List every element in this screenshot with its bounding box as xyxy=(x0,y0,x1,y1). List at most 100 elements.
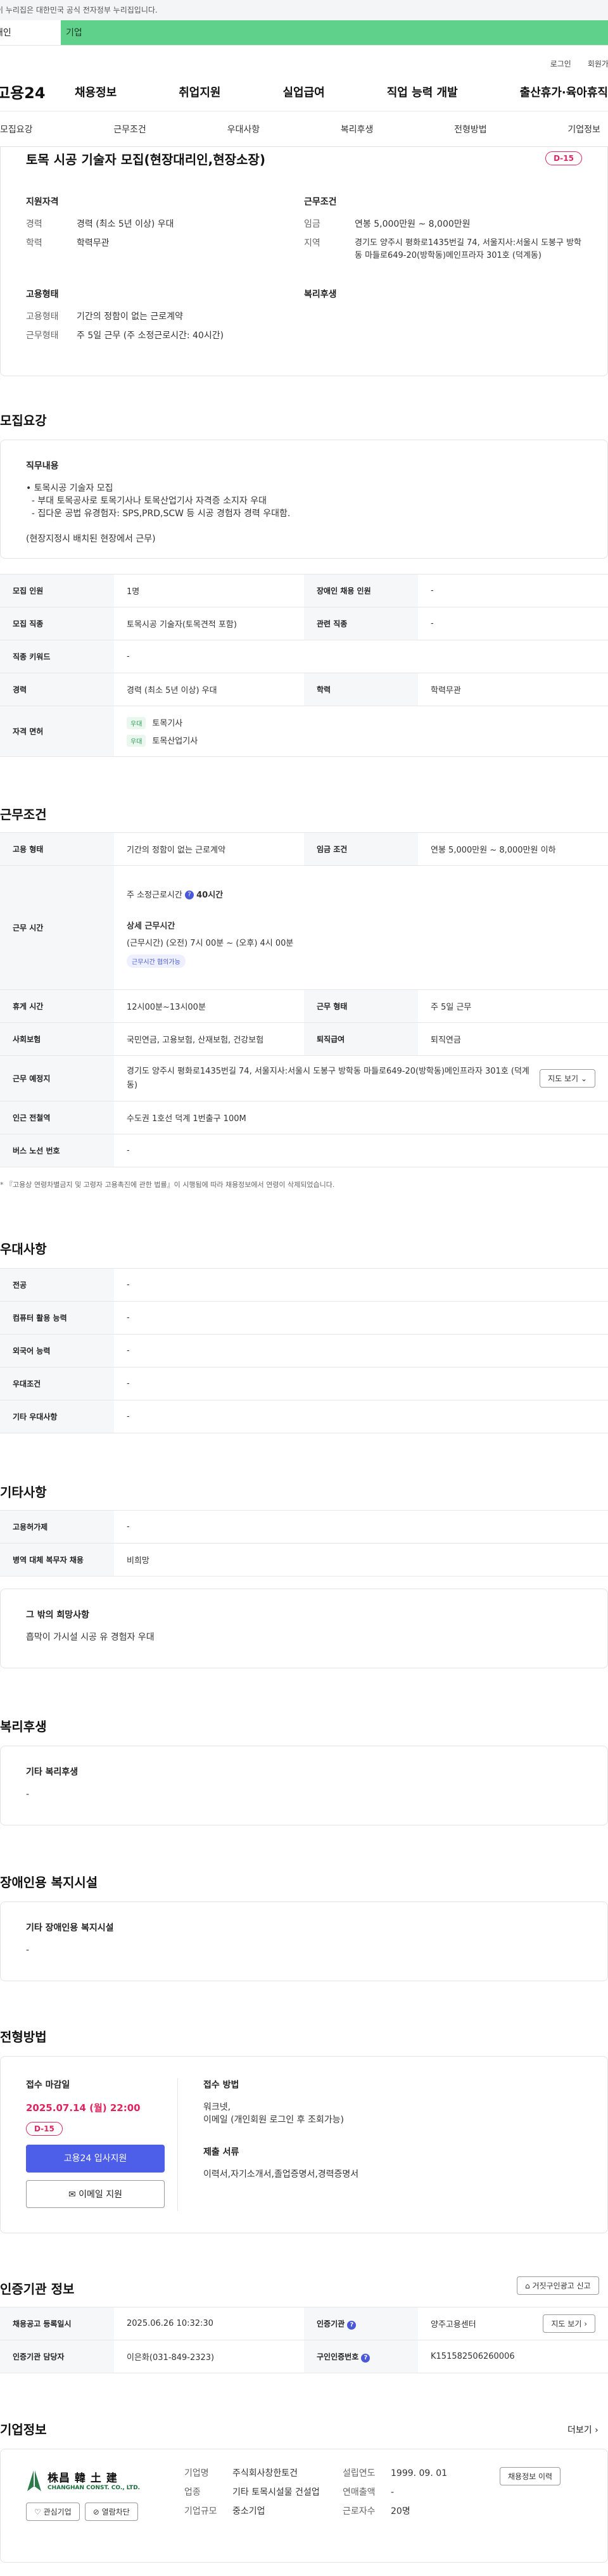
table-row: 근무 시간 주 소정근로시간 ? 40시간 상세 근무시간 (근무시간) (오전… xyxy=(0,865,608,990)
section-anchor-item[interactable]: 전형방법 xyxy=(454,123,487,136)
site-logo[interactable]: 고용24 xyxy=(0,80,75,103)
tab-company[interactable]: 기업 xyxy=(61,20,608,45)
duty-box: 직무내용 • 토목시공 기술자 모집 - 부대 토목공사로 토목기사나 토목산업… xyxy=(0,440,608,559)
recruit-table: 모집 인원 1명 장애인 채용 인원 - 모집 직종 토목시공 기술자(토목견적… xyxy=(0,574,608,757)
audience-tabs: 개인 기업 xyxy=(0,20,608,46)
table-row: 휴게 시간 12시00분~13시00분 근무 형태 주 5일 근무 xyxy=(0,989,608,1023)
info-icon[interactable]: ? xyxy=(185,891,194,899)
email-apply-button[interactable]: ✉ 이메일 지원 xyxy=(26,2180,165,2208)
prefer-table: 전공 - 컴퓨터 활용 능력 - 외국어 능력 - 우대조건 - 기타 우대사항 - xyxy=(0,1268,608,1433)
table-row: 경력 경력 (최소 5년 이상) 우대 학력 학력무관 xyxy=(0,673,608,706)
chevron-down-icon: ⌄ xyxy=(580,1074,587,1083)
job-summary-card: 토목 시공 기술자 모집(현장대리인,현장소장) D-15 지원자격 경력 경력 … xyxy=(0,147,608,376)
table-row: 컴퓨터 활용 능력 - xyxy=(0,1301,608,1335)
condition-block: 근무조건 임금 연봉 5,000만원 ~ 8,000만원 지역 경기도 양주시 평화… xyxy=(304,195,582,269)
more-link[interactable]: 더보기 › xyxy=(567,2423,598,2436)
prefer-tag: 우대 xyxy=(127,734,146,747)
station-label: 인근 전철역 xyxy=(0,1101,114,1134)
docs-value: 이력서,자기소개서,졸업증명서,경력증명서 xyxy=(203,2169,359,2179)
main-nav-item[interactable]: 취업지원 xyxy=(179,84,220,100)
headcount-label: 모집 인원 xyxy=(0,574,114,607)
agency-map-button[interactable]: 지도 보기 › xyxy=(543,2314,595,2333)
main-nav-item[interactable]: 직업 능력 개발 xyxy=(387,84,458,100)
reg-value: 2025.06.26 10:32:30 xyxy=(114,2307,304,2340)
emptype-value: 기간의 정함이 없는 근로계약 xyxy=(114,832,304,866)
table-row: 모집 인원 1명 장애인 채용 인원 - xyxy=(0,574,608,607)
major-value: - xyxy=(114,1268,608,1302)
job-posting-page: 이 누리집은 대한민국 공식 전자정부 누리집입니다. 개인 기업 로그인 회원… xyxy=(0,0,608,2576)
deadline-value: 2025.07.14 (월) 22:00 xyxy=(26,2102,141,2114)
duty-lines: • 토목시공 기술자 모집 - 부대 토목공사로 토목기사나 토목산업기사 자격… xyxy=(26,482,582,545)
apply-button[interactable]: 고용24 입사지원 xyxy=(26,2145,165,2173)
main-nav-items: 채용정보 취업지원 실업급여 직업 능력 개발 출산휴가·육아휴직 xyxy=(75,84,608,100)
table-row: 외국어 능력 - xyxy=(0,1334,608,1367)
info-icon[interactable]: ? xyxy=(347,2320,357,2330)
table-row: 사회보험 국민연금, 고용보험, 산재보험, 건강보험 퇴직급여 퇴직연금 xyxy=(0,1022,608,1056)
favorite-company-button[interactable]: ♡ 관심기업 xyxy=(26,2503,80,2521)
disability-value: - xyxy=(26,1945,30,1955)
map-button[interactable]: 지도 보기 ⌄ xyxy=(540,1069,595,1088)
break-value: 12시00분~13시00분 xyxy=(114,989,304,1023)
company-name-value: 주식회사창한토건 xyxy=(232,2468,298,2478)
table-row: 직종 키워드 - xyxy=(0,640,608,673)
process-box: 접수 마감일 2025.07.14 (월) 22:00 D-15 고용24 입사… xyxy=(0,2056,608,2233)
keyword-value: - xyxy=(114,640,608,673)
org-label: 인증기관 ? xyxy=(304,2307,418,2340)
method-block: 접수 방법 워크넷, 이메일 (개인회원 로그인 후 조회가능) 제출 서류 이… xyxy=(178,2078,582,2211)
founded-label: 설립연도 xyxy=(343,2468,376,2478)
tab-personal[interactable]: 개인 xyxy=(0,20,61,45)
duty-line: - 부대 토목공사로 토목기사나 토목산업기사 자격증 소지자 우대 xyxy=(26,496,267,506)
org-value: 양주고용센터 지도 보기 › xyxy=(418,2307,608,2340)
signup-link[interactable]: 회원가입 xyxy=(588,58,608,69)
education-label: 학력 xyxy=(26,238,42,248)
employees-value: 20명 xyxy=(391,2506,410,2516)
main-nav-item[interactable]: 실업급여 xyxy=(283,84,325,100)
logo-text-kr: 株昌 韓 土 建 xyxy=(48,2471,118,2485)
disability-box: 기타 장애인용 복지시설 - xyxy=(0,1901,608,1981)
hours-detail-title: 상세 근무시간 xyxy=(127,921,175,931)
hope-value: 흡막이 가시설 시공 유 경험자 우대 xyxy=(26,1632,155,1642)
main-nav-item[interactable]: 채용정보 xyxy=(75,84,117,100)
emptype-label: 고용 형태 xyxy=(0,832,114,866)
block-view-button[interactable]: ⊘ 열람차단 xyxy=(84,2503,138,2521)
gov-banner: 이 누리집은 대한민국 공식 전자정부 누리집입니다. xyxy=(0,0,608,20)
deadline-title: 접수 마감일 xyxy=(26,2080,70,2090)
license-item: 토목산업기사 xyxy=(152,736,198,746)
education-value: 학력무관 xyxy=(418,673,608,706)
duty-line: - 집다운 공법 유경험자: SPS,PRD,SCW 등 시공 경험자 경력 우… xyxy=(26,509,291,519)
station-value: 수도권 1호선 덕계 1번출구 100M xyxy=(114,1101,608,1134)
related-value: - xyxy=(418,607,608,640)
language-value: - xyxy=(114,1334,608,1367)
company-logo-block: 株昌 韓 土 建 CHANGHAN CONST. CO., LTD. ♡ 관심기… xyxy=(26,2467,172,2544)
permit-value: - xyxy=(114,1510,608,1544)
section-anchor-item[interactable]: 우대사항 xyxy=(227,123,260,136)
method-value-1: 워크넷, xyxy=(203,2102,231,2112)
main-nav: 고용24 채용정보 취업지원 실업급여 직업 능력 개발 출산휴가·육아휴직 xyxy=(0,72,608,111)
other-section-title: 기타사항 xyxy=(0,1485,47,1500)
license-value: 우대 토목기사 우대 토목산업기사 xyxy=(114,706,608,757)
report-button[interactable]: ⌂ 거짓구인광고 신고 xyxy=(517,2276,599,2295)
login-link[interactable]: 로그인 xyxy=(550,58,571,69)
heart-icon: ♡ xyxy=(34,2508,41,2516)
deadline-block: 접수 마감일 2025.07.14 (월) 22:00 D-15 고용24 입사… xyxy=(26,2078,178,2211)
severance-label: 퇴직급여 xyxy=(304,1022,418,1056)
computer-value: - xyxy=(114,1301,608,1335)
employees-label: 근로자수 xyxy=(343,2506,376,2516)
info-icon[interactable]: ? xyxy=(361,2353,370,2363)
disabled-value: - xyxy=(418,574,608,607)
main-nav-item[interactable]: 출산휴가·육아휴직 xyxy=(520,84,608,100)
table-row: 고용허가제 - xyxy=(0,1510,608,1544)
hiring-history-button[interactable]: 채용정보 이력 xyxy=(500,2467,561,2485)
table-row: 우대조건 - xyxy=(0,1367,608,1400)
break-label: 휴게 시간 xyxy=(0,989,114,1023)
manager-value: 이은화(031-849-2323) xyxy=(114,2340,304,2373)
section-anchor-item[interactable]: 기업정보 xyxy=(567,123,600,136)
welfare-value: - xyxy=(26,1789,30,1799)
headcount-value: 1명 xyxy=(114,574,304,607)
section-anchor-item[interactable]: 근무조건 xyxy=(113,123,146,136)
section-anchor-item[interactable]: 복리후생 xyxy=(341,123,374,136)
section-anchor-item[interactable]: 모집요강 xyxy=(0,123,33,136)
job-label: 모집 직종 xyxy=(0,607,114,640)
company-size-value: 중소기업 xyxy=(232,2506,265,2516)
other-table: 고용허가제 - 병역 대체 복무자 채용 비희망 xyxy=(0,1510,608,1577)
